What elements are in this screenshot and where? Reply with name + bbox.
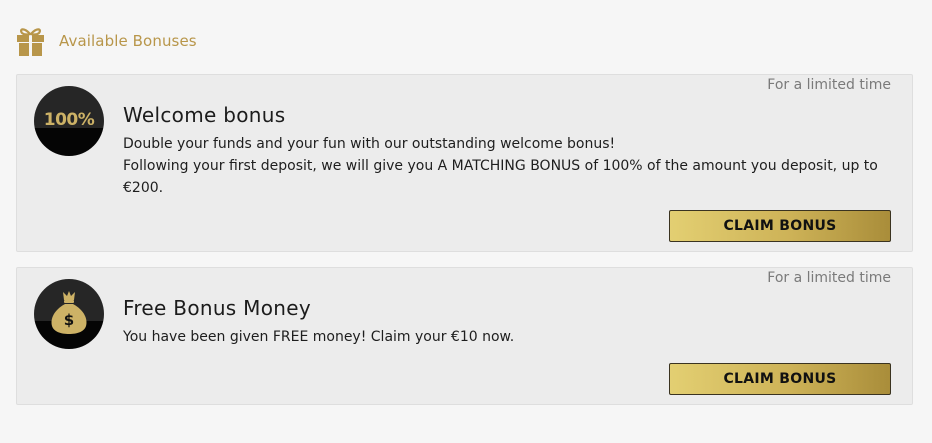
limited-time-label: For a limited time: [767, 77, 891, 93]
bonus-title: Free Bonus Money: [123, 296, 311, 320]
claim-bonus-button[interactable]: CLAIM BONUS: [669, 363, 891, 395]
claim-bonus-button[interactable]: CLAIM BONUS: [669, 210, 891, 242]
bonus-title: Welcome bonus: [123, 103, 286, 127]
bonus-description: Double your funds and your fun with our …: [123, 133, 893, 199]
section-title: Available Bonuses: [59, 32, 197, 50]
gift-icon: [17, 27, 44, 56]
money-bag-icon: $: [34, 279, 104, 349]
svg-text:$: $: [64, 311, 74, 329]
description-line: You have been given FREE money! Claim yo…: [123, 329, 515, 345]
available-bonuses-header: Available Bonuses: [16, 24, 197, 58]
description-line: Double your funds and your fun with our …: [123, 136, 616, 152]
bonus-description: You have been given FREE money! Claim yo…: [123, 326, 893, 348]
description-line: Following your first deposit, we will gi…: [123, 158, 878, 196]
bonus-card-free-money: For a limited time $ Free Bonus Money Yo…: [16, 267, 913, 405]
percent-badge-icon: 100%: [34, 86, 104, 156]
limited-time-label: For a limited time: [767, 270, 891, 286]
bonus-card-welcome: For a limited time 100% Welcome bonus Do…: [16, 74, 913, 252]
badge-percent-text: 100%: [43, 110, 95, 130]
